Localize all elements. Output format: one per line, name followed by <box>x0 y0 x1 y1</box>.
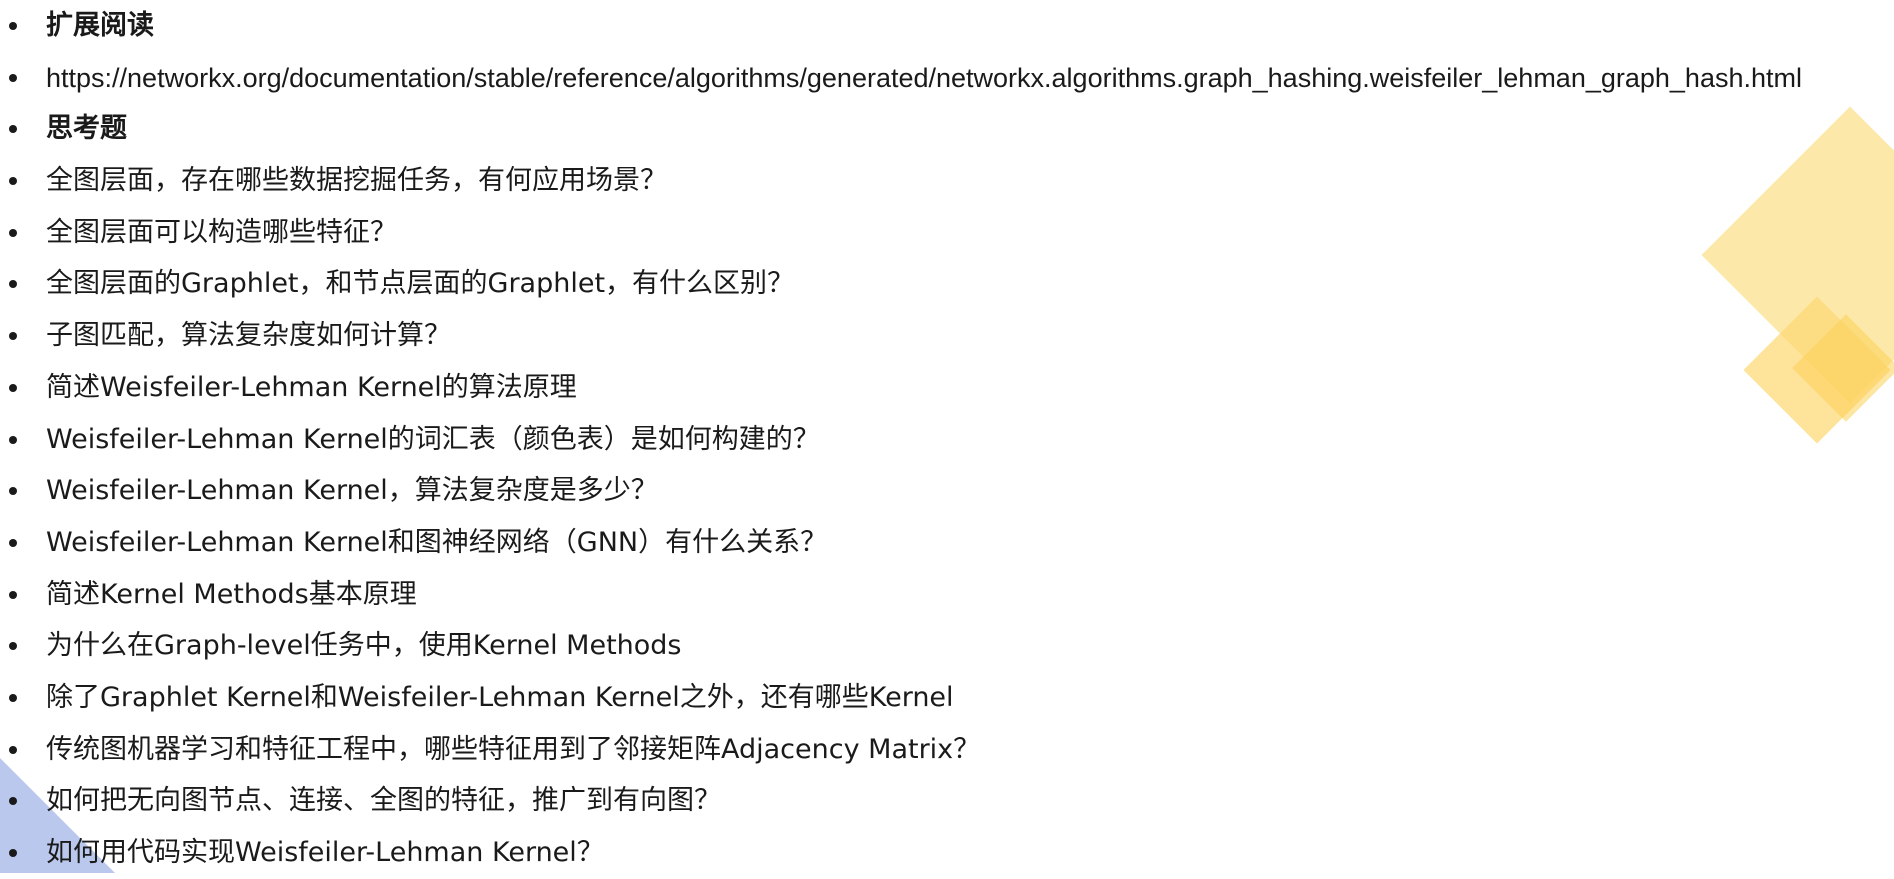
bullet-icon <box>9 332 17 341</box>
section-heading-questions: 思考题 <box>0 103 1894 155</box>
bullet-icon <box>9 487 17 496</box>
bullet-icon <box>9 73 17 82</box>
question-item: 全图层面，存在哪些数据挖掘任务，有何应用场景？ <box>0 155 1894 207</box>
bullet-text: Weisfeiler-Lehman Kernel的词汇表（颜色表）是如何构建的？ <box>46 423 820 455</box>
question-item: 除了Graphlet Kernel和Weisfeiler-Lehman Kern… <box>0 672 1894 724</box>
question-item: 全图层面可以构造哪些特征？ <box>0 207 1894 259</box>
bullet-text: Weisfeiler-Lehman Kernel，算法复杂度是多少？ <box>46 475 658 507</box>
bullet-text: 简述Weisfeiler-Lehman Kernel的算法原理 <box>46 371 577 403</box>
bullet-list: 扩展阅读 https://networkx.org/documentation/… <box>0 0 1894 879</box>
reference-link-item[interactable]: https://networkx.org/documentation/stabl… <box>0 52 1894 104</box>
bullet-icon <box>9 383 17 392</box>
bullet-icon <box>9 435 17 444</box>
bullet-text: 全图层面，存在哪些数据挖掘任务，有何应用场景？ <box>46 165 667 197</box>
bullet-text: 为什么在Graph-level任务中，使用Kernel Methods <box>46 630 682 662</box>
question-item: 简述Kernel Methods基本原理 <box>0 569 1894 621</box>
bullet-text: 全图层面的Graphlet，和节点层面的Graphlet，有什么区别？ <box>46 268 795 300</box>
question-item: Weisfeiler-Lehman Kernel，算法复杂度是多少？ <box>0 465 1894 517</box>
bullet-text: 除了Graphlet Kernel和Weisfeiler-Lehman Kern… <box>46 681 954 713</box>
question-item: 如何用代码实现Weisfeiler-Lehman Kernel？ <box>0 827 1894 879</box>
bullet-text: 传统图机器学习和特征工程中，哪些特征用到了邻接矩阵Adjacency Matri… <box>46 733 981 765</box>
bullet-icon <box>9 125 17 134</box>
reference-link[interactable]: https://networkx.org/documentation/stabl… <box>46 52 1802 104</box>
bullet-icon <box>9 693 17 702</box>
bullet-icon <box>9 22 17 30</box>
bullet-icon <box>9 228 17 237</box>
question-item: 简述Weisfeiler-Lehman Kernel的算法原理 <box>0 362 1894 414</box>
bullet-icon <box>9 280 17 289</box>
bullet-icon <box>9 797 17 806</box>
question-item: 传统图机器学习和特征工程中，哪些特征用到了邻接矩阵Adjacency Matri… <box>0 724 1894 776</box>
question-item: 子图匹配，算法复杂度如何计算？ <box>0 310 1894 362</box>
bullet-icon <box>9 177 17 186</box>
bullet-icon <box>9 538 17 547</box>
bullet-icon <box>9 590 17 599</box>
section-heading-extended-reading: 扩展阅读 <box>0 0 1894 52</box>
bullet-text: 扩展阅读 <box>46 10 154 41</box>
bullet-icon <box>9 745 17 754</box>
question-item: 如何把无向图节点、连接、全图的特征，推广到有向图？ <box>0 775 1894 827</box>
bullet-text: 如何把无向图节点、连接、全图的特征，推广到有向图？ <box>46 785 721 817</box>
bullet-text: 思考题 <box>46 113 127 145</box>
question-item: Weisfeiler-Lehman Kernel和图神经网络（GNN）有什么关系… <box>0 517 1894 569</box>
bullet-text: 简述Kernel Methods基本原理 <box>46 578 417 610</box>
question-item: 全图层面的Graphlet，和节点层面的Graphlet，有什么区别？ <box>0 258 1894 310</box>
bullet-text: 如何用代码实现Weisfeiler-Lehman Kernel？ <box>46 837 604 868</box>
bullet-icon <box>9 642 17 651</box>
bullet-text: Weisfeiler-Lehman Kernel和图神经网络（GNN）有什么关系… <box>46 526 828 558</box>
question-item: 为什么在Graph-level任务中，使用Kernel Methods <box>0 620 1894 672</box>
question-item: Weisfeiler-Lehman Kernel的词汇表（颜色表）是如何构建的？ <box>0 414 1894 466</box>
bullet-icon <box>9 849 17 857</box>
bullet-text: 子图匹配，算法复杂度如何计算？ <box>46 320 451 352</box>
bullet-text: 全图层面可以构造哪些特征？ <box>46 216 397 248</box>
